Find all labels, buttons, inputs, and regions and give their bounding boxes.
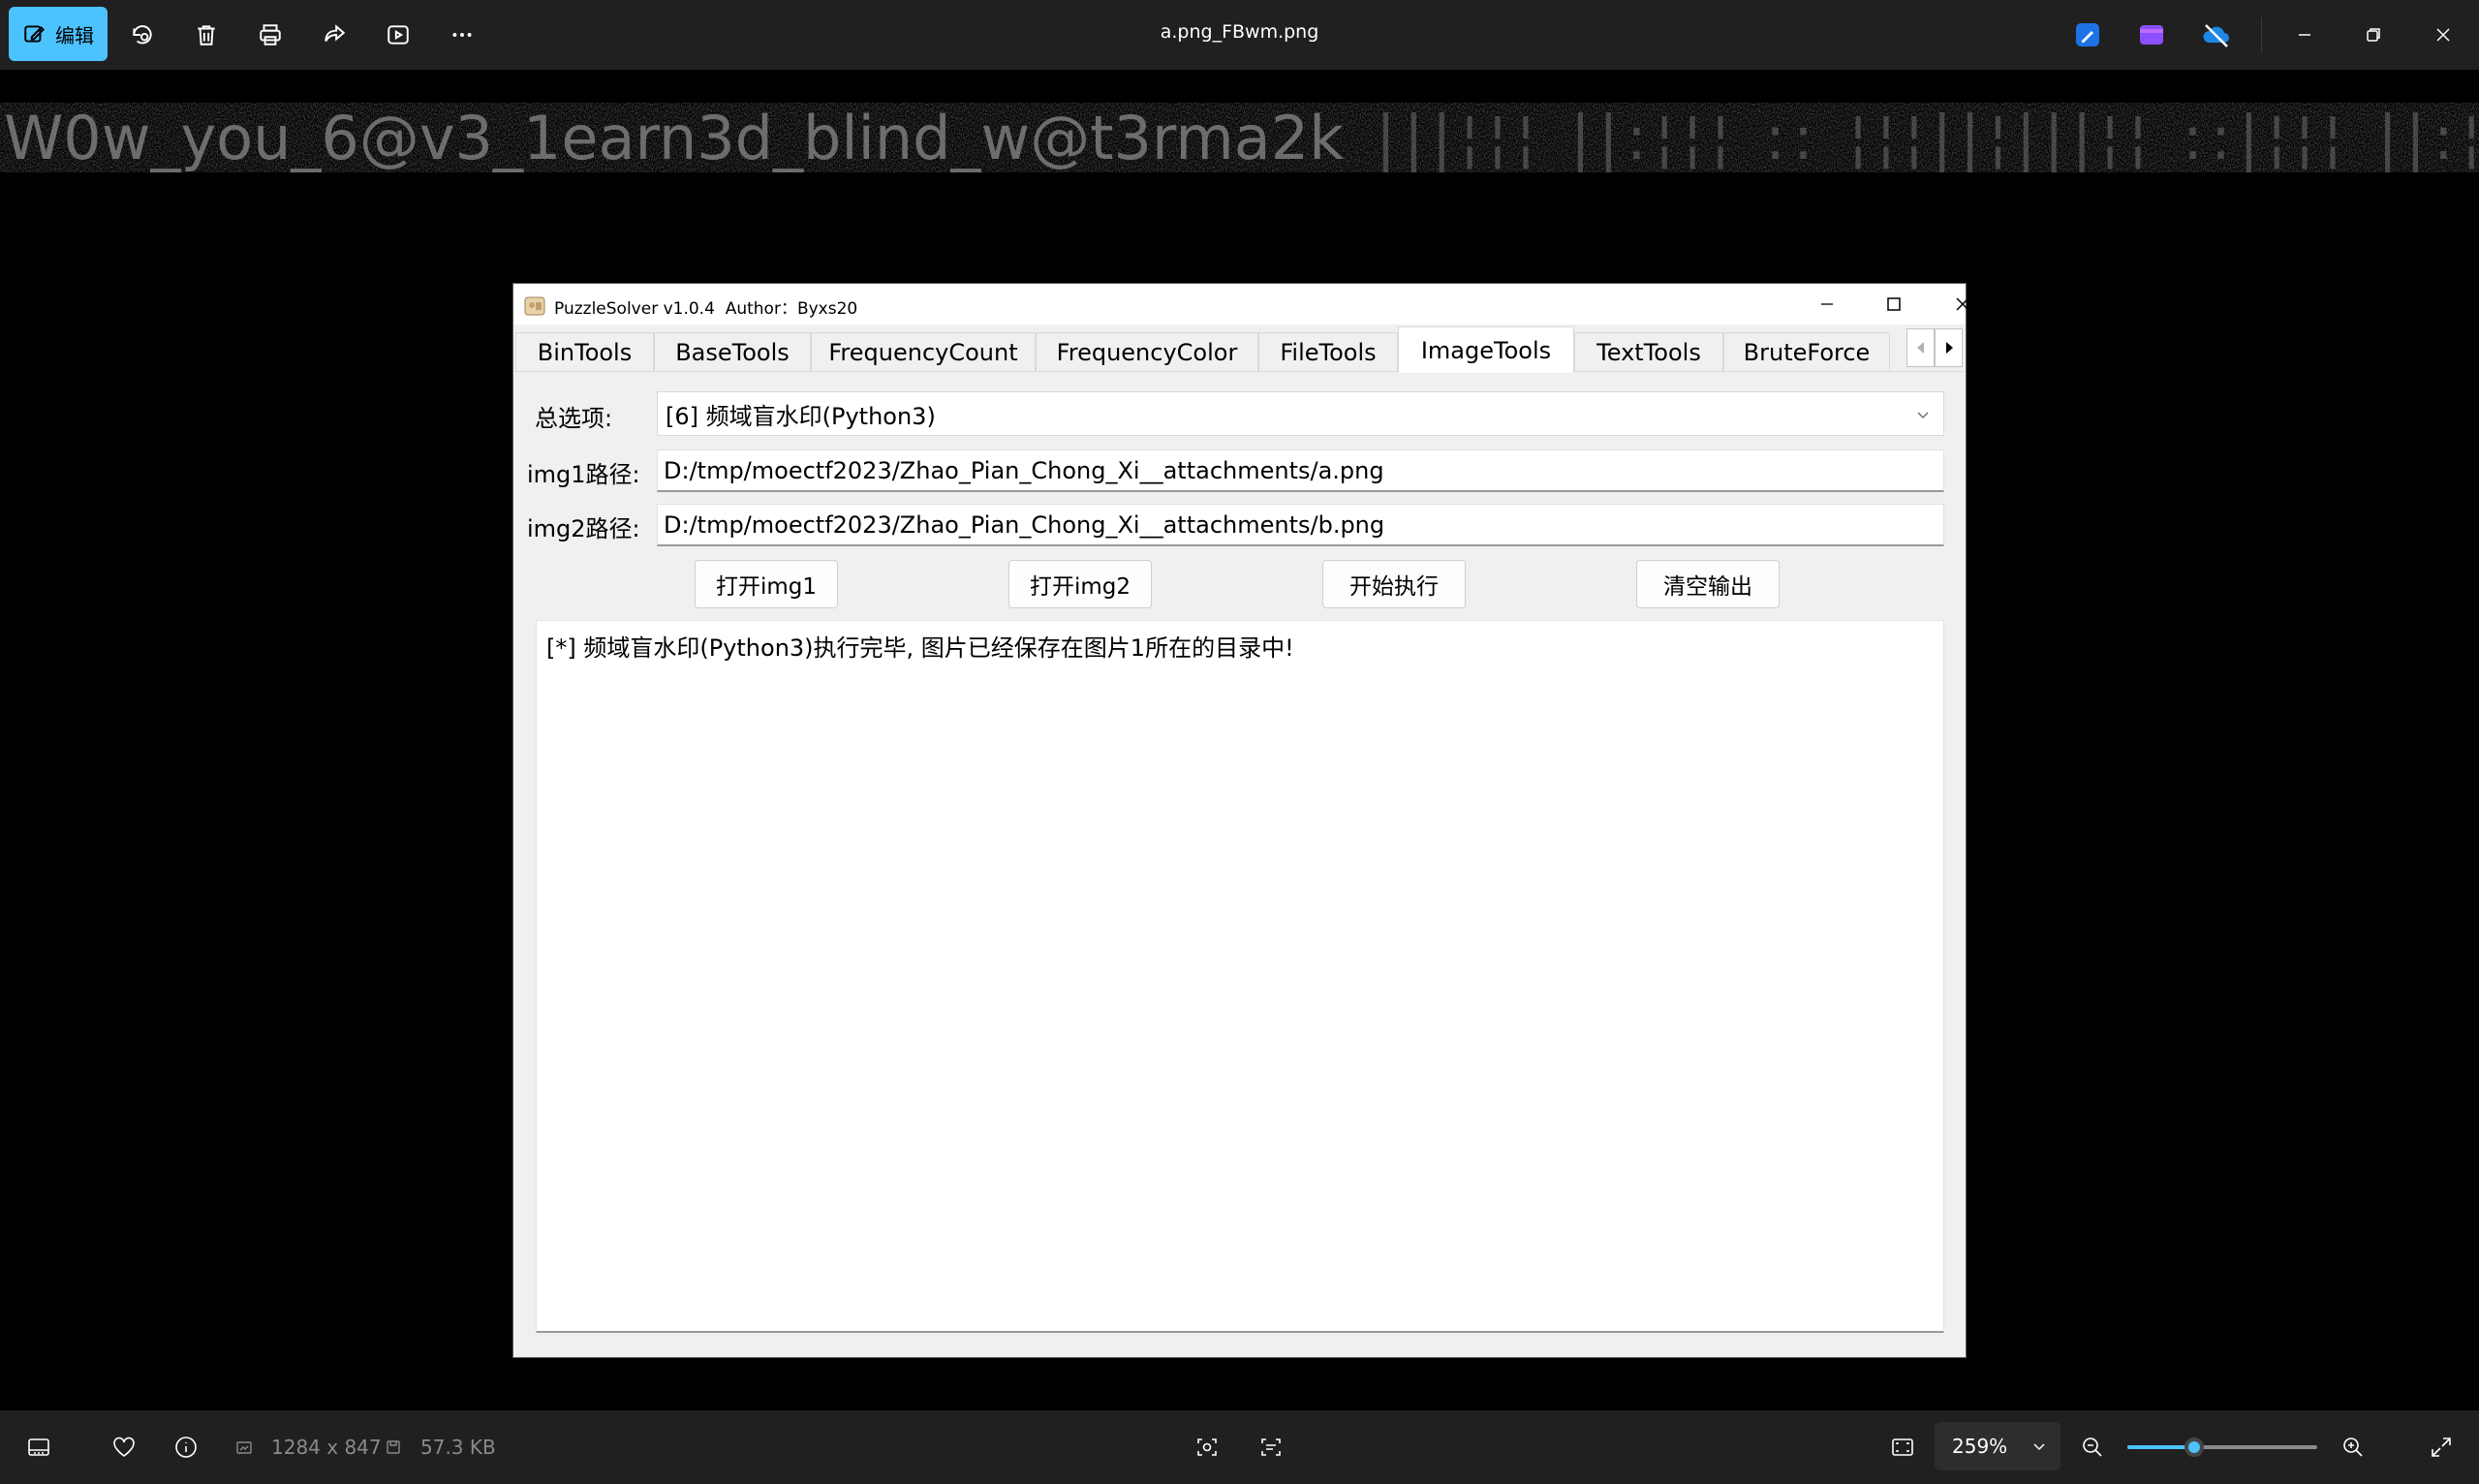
file-info-button[interactable]	[172, 1434, 200, 1461]
window-title: PuzzleSolver v1.0.4 Author：Byxs20	[554, 299, 858, 319]
tab-scroll-arrows	[1906, 328, 1963, 367]
img2-path-label: img2路径:	[527, 515, 640, 542]
restore-icon	[2367, 28, 2380, 42]
watermark-text-repeat: |||¦¦¦ ||:¦¦¦ :: ¦¦¦||¦|||¦¦ ::|¦¦¦ ||:¦…	[1376, 103, 2479, 172]
restore-button[interactable]	[2344, 14, 2402, 56]
minimize-icon	[1821, 303, 1833, 305]
fit-window-icon	[1892, 1438, 1913, 1456]
close-button[interactable]	[2414, 14, 2472, 56]
chevron-down-icon	[2033, 1443, 2045, 1451]
tab-frequencycolor[interactable]: FrequencyColor	[1036, 332, 1258, 371]
tab-basetools[interactable]: BaseTools	[654, 332, 811, 371]
window-minimize-button[interactable]	[1795, 286, 1859, 323]
fit-to-window-button[interactable]	[1889, 1434, 1916, 1461]
img1-path-input[interactable]: D:/tmp/moectf2023/Zhao_Pian_Chong_Xi__at…	[657, 449, 1944, 492]
zoom-out-icon	[2083, 1438, 2102, 1457]
file-title: a.png_FBwm.png	[1160, 21, 1319, 43]
info-icon	[175, 1437, 197, 1458]
heart-icon	[113, 1437, 135, 1457]
zoom-in-icon	[2343, 1438, 2363, 1457]
options-selected-value: [6] 频域盲水印(Python3)	[666, 402, 936, 430]
zoom-level: 259%	[1952, 1435, 2008, 1458]
tab-bruteforce[interactable]: BruteForce	[1723, 332, 1890, 371]
watermark-text: W0w_you_6@v3_1earn3d_blind_w@t3rma2k	[4, 103, 1344, 172]
zoom-out-button[interactable]	[2079, 1434, 2106, 1461]
close-icon	[1956, 297, 1969, 311]
tool-tabs: BinTools BaseTools FrequencyCount Freque…	[515, 326, 1945, 373]
clipchamp-app-icon[interactable]	[2136, 19, 2167, 50]
onedrive-offline-icon[interactable]	[2201, 19, 2232, 50]
imagetools-panel: 总选项: [6] 频域盲水印(Python3) img1路径: D:/tmp/m…	[515, 371, 1964, 1357]
viewer-toolbar: 编辑 a.png_FBwm.png	[0, 0, 2479, 70]
zoom-slider[interactable]	[2127, 1438, 2317, 1457]
zoom-slider-thumb[interactable]	[2184, 1438, 2204, 1457]
zoom-in-button[interactable]	[2340, 1434, 2367, 1461]
filmstrip-icon	[28, 1438, 49, 1456]
viewer-statusbar: 1284 x 847 57.3 KB 259%	[0, 1410, 2479, 1484]
dimensions-icon	[236, 1441, 252, 1454]
tab-scroll-right-button[interactable]	[1935, 328, 1963, 367]
open-img1-button[interactable]: 打开img1	[695, 560, 838, 608]
text-scan-icon	[1261, 1438, 1281, 1456]
window-titlebar[interactable]: PuzzleSolver v1.0.4 Author：Byxs20	[513, 284, 1969, 325]
designer-app-icon[interactable]	[2072, 19, 2103, 50]
app-icon	[524, 296, 545, 316]
filmstrip-button[interactable]	[25, 1434, 52, 1461]
image-canvas[interactable]: W0w_you_6@v3_1earn3d_blind_w@t3rma2k |||…	[0, 70, 2479, 1410]
visual-search-icon	[1197, 1438, 1217, 1456]
minimize-button[interactable]	[2276, 14, 2334, 56]
image-dimensions: 1284 x 847	[271, 1436, 382, 1459]
file-size: 57.3 KB	[420, 1436, 496, 1459]
start-button[interactable]: 开始执行	[1322, 560, 1466, 608]
photos-viewer: 编辑 a.png_FBwm.png W0w_you_6@v3_1earn3d_b…	[0, 0, 2479, 1484]
fullscreen-button[interactable]	[2428, 1434, 2455, 1461]
minimize-icon	[2299, 34, 2310, 36]
text-scan-button[interactable]	[1257, 1434, 1285, 1461]
file-size-icon	[387, 1440, 400, 1454]
output-textarea[interactable]: [*] 频域盲水印(Python3)执行完毕, 图片已经保存在图片1所在的目录中…	[536, 620, 1944, 1333]
tab-texttools[interactable]: TextTools	[1574, 332, 1723, 371]
tab-frequencycount[interactable]: FrequencyCount	[811, 332, 1036, 371]
close-icon	[2436, 28, 2450, 42]
options-select[interactable]: [6] 频域盲水印(Python3)	[657, 391, 1944, 436]
chevron-down-icon	[1917, 412, 1929, 418]
toolbar-divider	[2261, 17, 2262, 52]
triangle-right-icon	[1945, 342, 1953, 354]
options-label: 总选项:	[535, 405, 613, 432]
tab-bintools[interactable]: BinTools	[515, 332, 654, 371]
open-img2-button[interactable]: 打开img2	[1008, 560, 1152, 608]
expand-icon	[2432, 1438, 2451, 1457]
img2-path-input[interactable]: D:/tmp/moectf2023/Zhao_Pian_Chong_Xi__at…	[657, 504, 1944, 546]
triangle-left-icon	[1916, 342, 1924, 354]
window-maximize-button[interactable]	[1862, 286, 1926, 323]
maximize-icon	[1887, 297, 1901, 311]
tab-scroll-left-button[interactable]	[1906, 328, 1935, 367]
zoom-level-dropdown[interactable]: 259%	[1935, 1422, 2061, 1470]
tab-filetools[interactable]: FileTools	[1258, 332, 1398, 371]
puzzlesolver-window: PuzzleSolver v1.0.4 Author：Byxs20 BinToo…	[512, 283, 1969, 1358]
img1-path-label: img1路径:	[527, 461, 640, 488]
tab-imagetools[interactable]: ImageTools	[1398, 326, 1574, 373]
watermark-image: W0w_you_6@v3_1earn3d_blind_w@t3rma2k |||…	[0, 103, 2479, 172]
window-close-button[interactable]	[1931, 286, 1995, 323]
favorite-button[interactable]	[110, 1434, 138, 1461]
visual-search-button[interactable]	[1193, 1434, 1221, 1461]
output-text: [*] 频域盲水印(Python3)执行完毕, 图片已经保存在图片1所在的目录中…	[546, 634, 1294, 662]
clear-output-button[interactable]: 清空输出	[1636, 560, 1780, 608]
